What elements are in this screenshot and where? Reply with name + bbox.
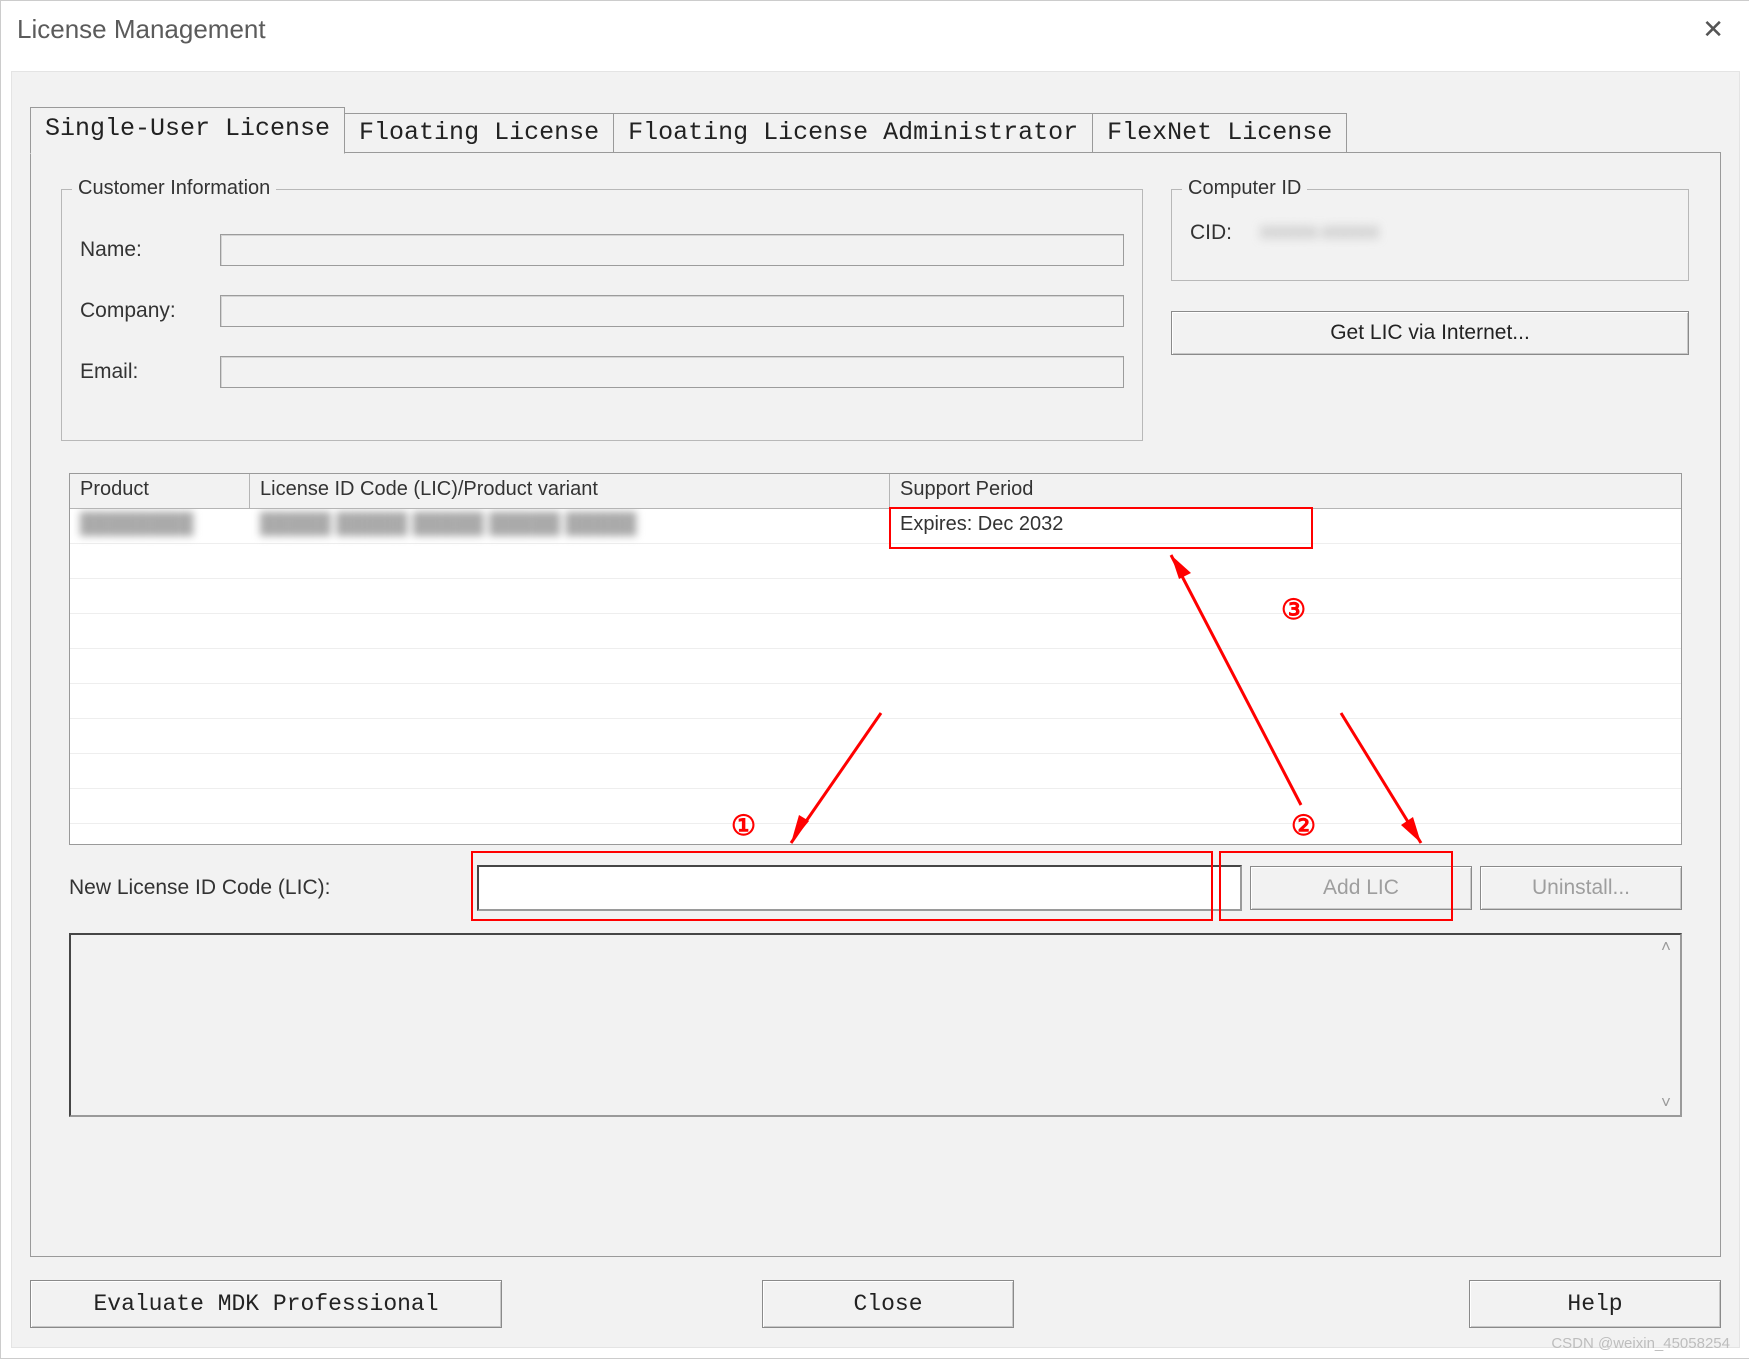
label-name: Name: (80, 238, 220, 262)
window-title: License Management (17, 14, 266, 45)
close-icon[interactable]: ✕ (1692, 10, 1734, 49)
input-email[interactable] (220, 356, 1124, 388)
tab-panel-single-user: Customer Information Name: Company: Emai… (30, 152, 1721, 1257)
scroll-up-icon[interactable]: ˄ (1661, 937, 1671, 957)
tab-single-user[interactable]: Single-User License (30, 107, 345, 154)
license-management-window: License Management ✕ Single-User License… (0, 0, 1749, 1359)
table-row (70, 754, 1681, 789)
row-name: Name: (80, 234, 1124, 266)
row-company: Company: (80, 295, 1124, 327)
table-row (70, 789, 1681, 824)
cell-support: Expires: Dec 2032 (890, 509, 1681, 543)
scrollbar[interactable]: ˄ ˅ (1654, 937, 1678, 1113)
titlebar: License Management ✕ (1, 1, 1749, 57)
table-row (70, 544, 1681, 579)
add-lic-button[interactable]: Add LIC (1250, 866, 1472, 910)
new-lic-row: New License ID Code (LIC): Add LIC Unins… (69, 863, 1682, 913)
watermark: CSDN @weixin_45058254 (1551, 1335, 1730, 1352)
tab-flexnet[interactable]: FlexNet License (1093, 113, 1347, 157)
input-company[interactable] (220, 295, 1124, 327)
group-cid-legend: Computer ID (1182, 177, 1307, 200)
client-area: Single-User License Floating License Flo… (11, 71, 1740, 1348)
col-support[interactable]: Support Period (890, 474, 1681, 508)
table-row (70, 719, 1681, 754)
license-table: Product License ID Code (LIC)/Product va… (69, 473, 1682, 845)
row-email: Email: (80, 356, 1124, 388)
table-body: ████████ █████ █████ █████ █████ █████ E… (70, 509, 1681, 845)
label-company: Company: (80, 299, 220, 323)
bottom-button-bar: Evaluate MDK Professional Close Help (30, 1279, 1721, 1329)
row-cid: CID: XXXXX-XXXXX (1190, 218, 1670, 248)
evaluate-button[interactable]: Evaluate MDK Professional (30, 1280, 502, 1328)
group-customer-legend: Customer Information (72, 177, 276, 200)
uninstall-button[interactable]: Uninstall... (1480, 866, 1682, 910)
table-row (70, 649, 1681, 684)
table-row[interactable]: ████████ █████ █████ █████ █████ █████ E… (70, 509, 1681, 544)
col-product[interactable]: Product (70, 474, 250, 508)
cell-product: ████████ (70, 509, 250, 543)
table-row (70, 579, 1681, 614)
table-row (70, 684, 1681, 719)
input-name[interactable] (220, 234, 1124, 266)
tab-floating[interactable]: Floating License (345, 113, 614, 157)
input-new-lic[interactable] (477, 865, 1242, 911)
scroll-down-icon[interactable]: ˅ (1661, 1093, 1671, 1113)
get-lic-button[interactable]: Get LIC via Internet... (1171, 311, 1689, 355)
close-button[interactable]: Close (762, 1280, 1014, 1328)
col-lic[interactable]: License ID Code (LIC)/Product variant (250, 474, 890, 508)
cell-lic: █████ █████ █████ █████ █████ (250, 509, 890, 543)
group-customer-info: Customer Information Name: Company: Emai… (61, 189, 1143, 441)
label-cid: CID: (1190, 221, 1260, 245)
group-computer-id: Computer ID CID: XXXXX-XXXXX (1171, 189, 1689, 281)
value-cid: XXXXX-XXXXX (1260, 218, 1670, 248)
tab-floating-admin[interactable]: Floating License Administrator (614, 113, 1093, 157)
table-row (70, 614, 1681, 649)
table-header: Product License ID Code (LIC)/Product va… (70, 474, 1681, 509)
help-button[interactable]: Help (1469, 1280, 1721, 1328)
label-email: Email: (80, 360, 220, 384)
log-output[interactable]: ˄ ˅ (69, 933, 1682, 1117)
tab-strip: Single-User License Floating License Flo… (30, 106, 1347, 153)
label-new-lic: New License ID Code (LIC): (69, 876, 469, 900)
